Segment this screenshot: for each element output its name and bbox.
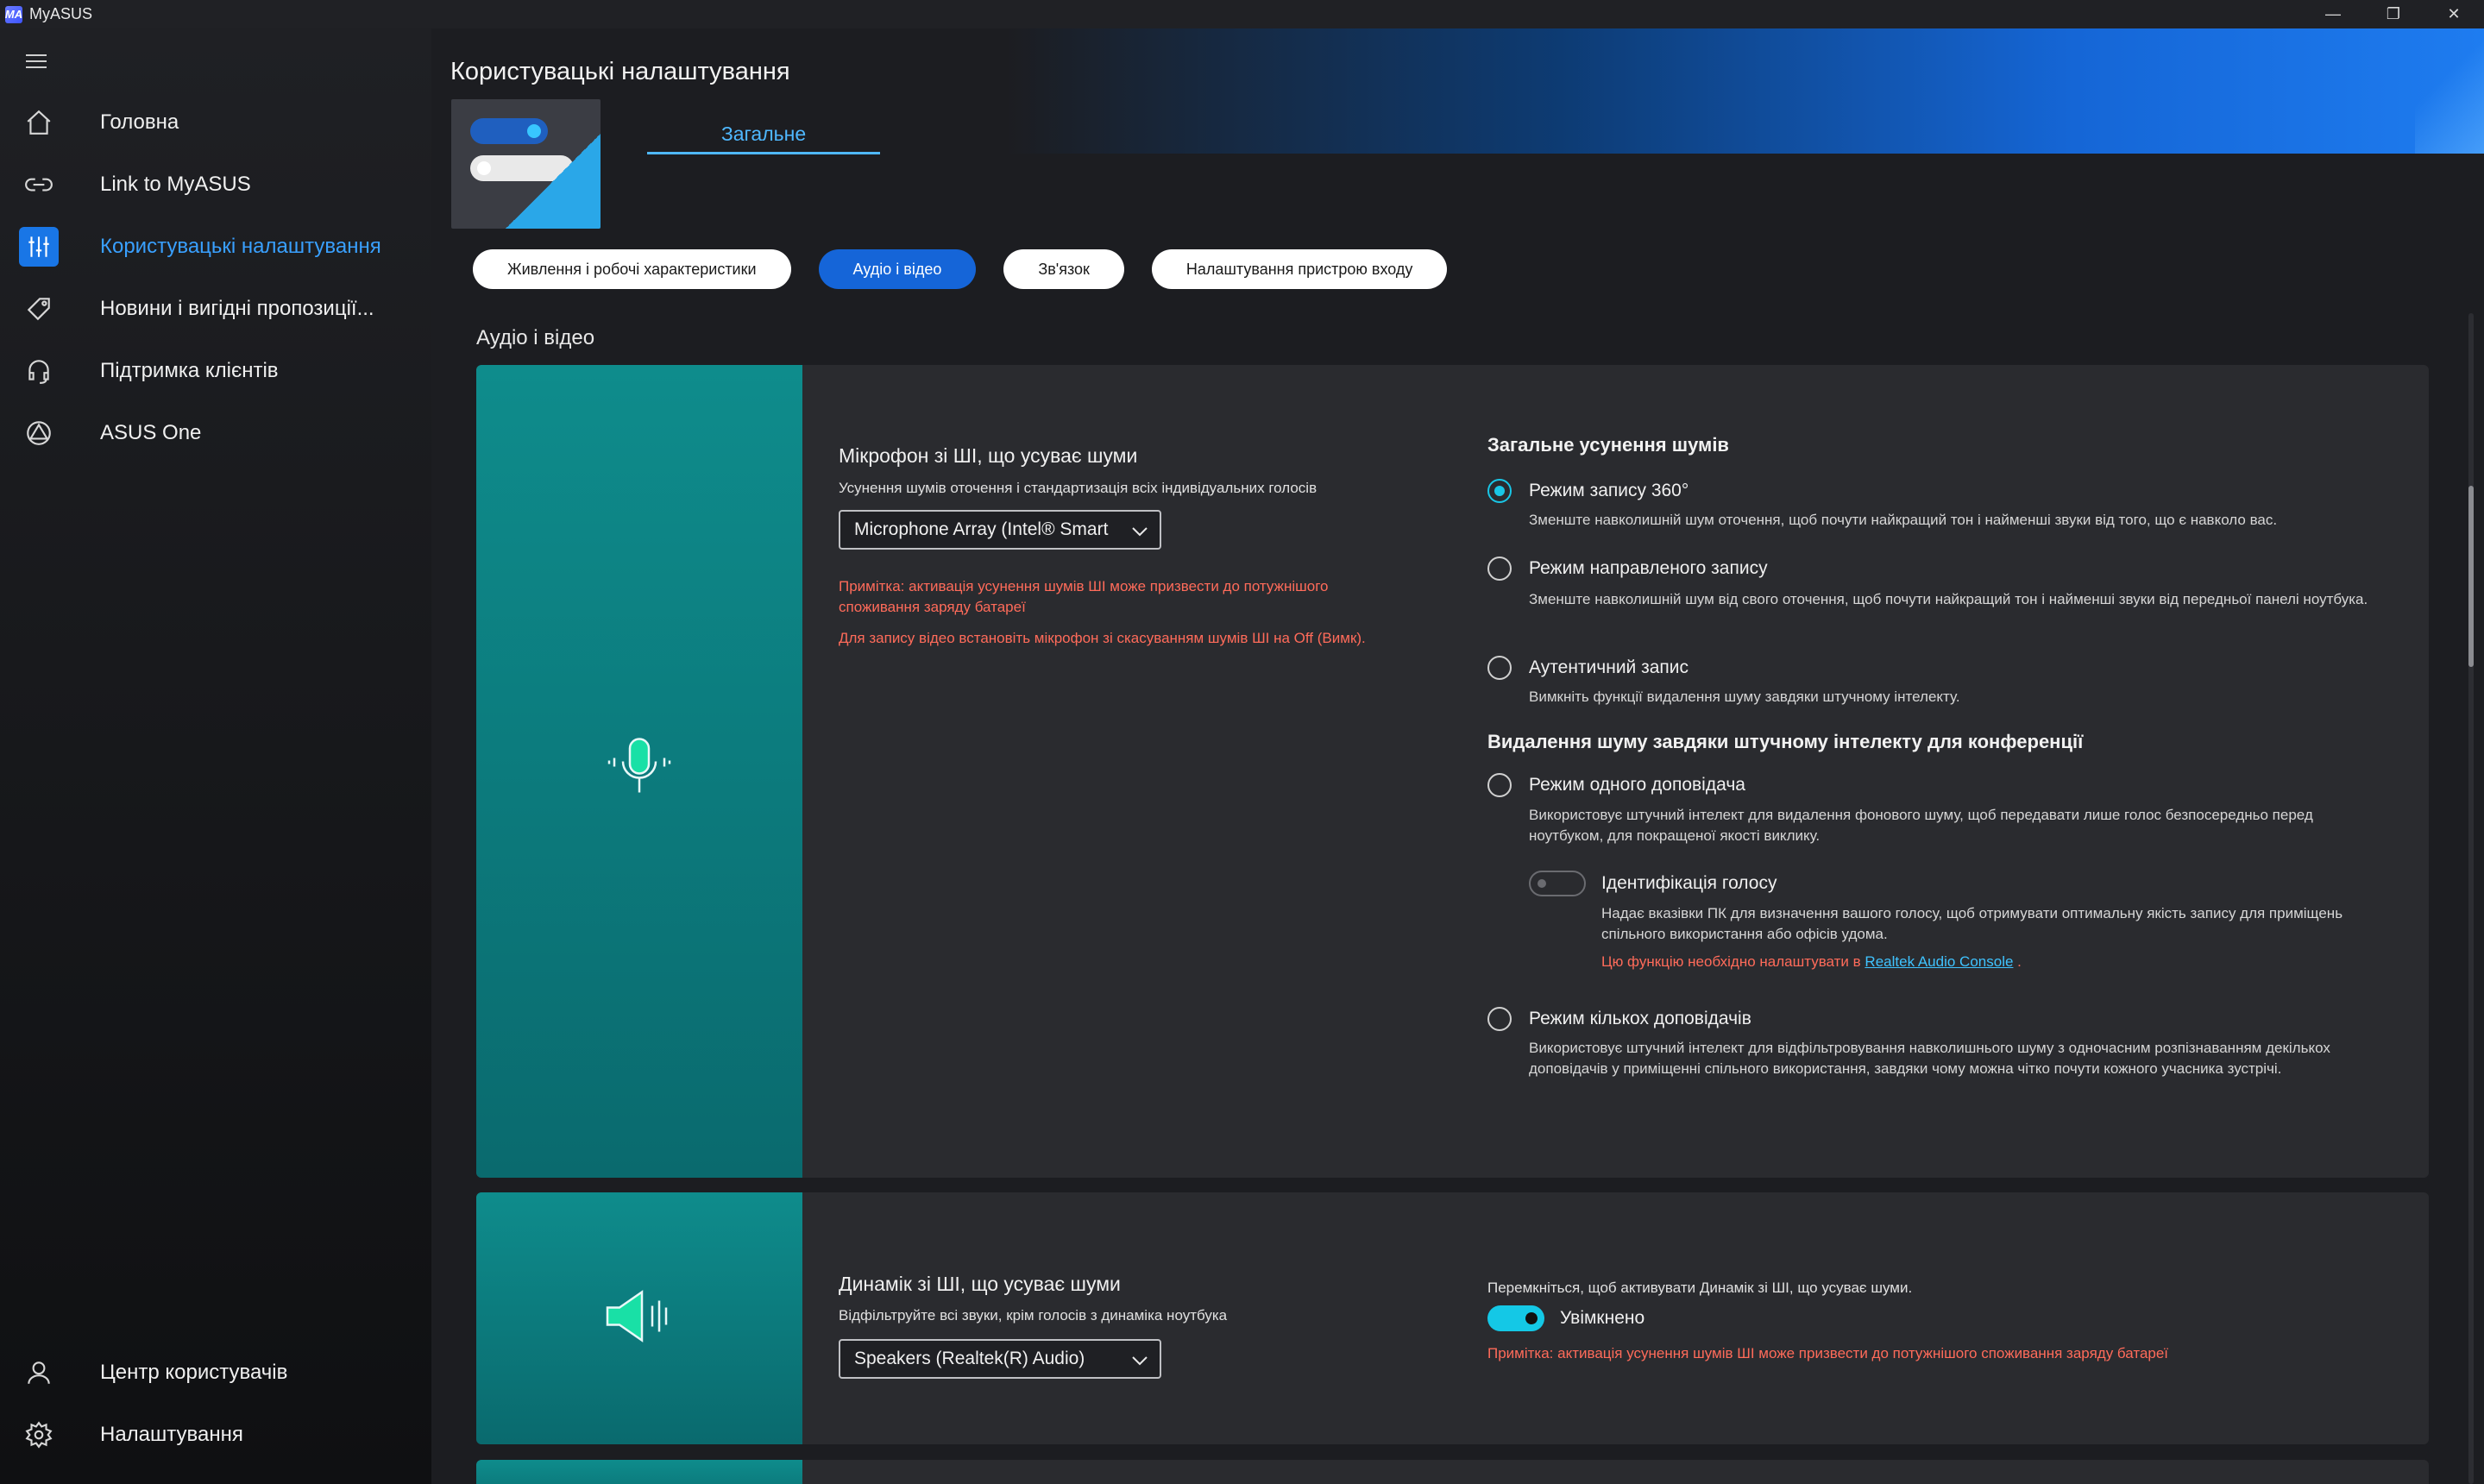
mic-card-subtitle: Усунення шумів оточення і стандартизація…: [839, 480, 1317, 496]
title-bar: MA MyASUS — ❐ ✕: [0, 0, 2484, 28]
main-content: Користувацькі налаштування Загальне Живл…: [431, 28, 2484, 1484]
page-title: Користувацькі налаштування: [450, 58, 790, 85]
pill-audio-video[interactable]: Аудіо і відео: [818, 249, 977, 289]
pill-input-devices[interactable]: Налаштування пристрою входу: [1151, 249, 1448, 289]
speaker-icon: [601, 1282, 678, 1355]
voice-id-note: Цю функцію необхідно налаштувати в Realt…: [1601, 953, 2022, 970]
mic-card-title: Мікрофон зі ШІ, що усуває шуми: [839, 444, 1138, 467]
next-feature-card: [476, 1460, 2429, 1484]
option-authentic-desc: Вимкніть функції видалення шуму завдяки …: [1529, 689, 1960, 705]
chevron-down-icon: [1132, 527, 1148, 537]
sliders-icon: [19, 227, 59, 267]
speaker-toggle-hint: Перемкніться, щоб активувати Динамік зі …: [1487, 1280, 1913, 1296]
speaker-card-subtitle: Відфільтруйте всі звуки, крім голосів з …: [839, 1307, 1228, 1324]
radio-multi-speaker[interactable]: [1487, 1007, 1512, 1031]
scrollbar-thumb[interactable]: [2468, 486, 2474, 667]
option-360-desc: Зменште навколишній шум оточення, щоб по…: [1529, 512, 2278, 528]
radio-directional-mode[interactable]: [1487, 556, 1512, 581]
speaker-battery-warning: Примітка: активація усунення шумів ШІ мо…: [1487, 1345, 2169, 1361]
sidebar-item-customization[interactable]: Користувацькі налаштування: [0, 219, 431, 274]
sidebar-item-news[interactable]: Новини і вигідні пропозиції...: [0, 281, 431, 336]
app-logo-icon: MA: [5, 5, 22, 23]
gear-icon: [19, 1415, 59, 1455]
radio-single-speaker[interactable]: [1487, 773, 1512, 797]
realtek-audio-console-link[interactable]: Realtek Audio Console: [1865, 953, 2013, 970]
sidebar-item-asus-one[interactable]: ASUS One: [0, 406, 431, 461]
link-icon: [19, 165, 59, 204]
speaker-card-title: Динамік зі ШІ, що усуває шуми: [839, 1273, 1121, 1295]
sidebar-item-settings[interactable]: Налаштування: [0, 1407, 431, 1462]
tab-general[interactable]: Загальне: [647, 115, 880, 154]
ai-noise-cancel-speaker-card: Динамік зі ШІ, що усуває шуми Відфільтру…: [476, 1192, 2429, 1444]
mic-device-select[interactable]: Microphone Array (Intel® Smart: [839, 510, 1161, 550]
pill-connectivity[interactable]: Зв'язок: [1003, 249, 1124, 289]
option-multi-speaker-label: Режим кількох доповідачів: [1529, 1009, 1751, 1028]
section-title: Аудіо і відео: [476, 326, 595, 349]
user-icon: [19, 1353, 59, 1393]
option-multi-speaker-desc: Використовує штучний інтелект для відфіл…: [1529, 1040, 2330, 1077]
speaker-ai-toggle[interactable]: [1487, 1305, 1544, 1331]
mic-video-warning: Для запису відео встановіть мікрофон зі …: [839, 630, 1366, 646]
sidebar-item-support[interactable]: Підтримка клієнтів: [0, 343, 431, 399]
ai-noise-cancel-mic-card: Мікрофон зі ШІ, що усуває шуми Усунення …: [476, 365, 2429, 1178]
sidebar-item-link-to-myasus[interactable]: Link to MyASUS: [0, 157, 431, 212]
mic-battery-warning: Примітка: активація усунення шумів ШІ мо…: [839, 578, 1329, 615]
pill-power-performance[interactable]: Живлення і робочі характеристики: [473, 249, 791, 289]
option-360-label: Режим запису 360°: [1529, 481, 1689, 500]
tag-icon: [19, 289, 59, 329]
close-button[interactable]: ✕: [2424, 0, 2484, 28]
option-single-speaker-label: Режим одного доповідача: [1529, 775, 1745, 795]
voice-id-label: Ідентифікація голосу: [1601, 873, 1777, 893]
restore-button[interactable]: ❐: [2363, 0, 2424, 28]
radio-authentic-mode[interactable]: [1487, 656, 1512, 680]
sidebar-item-user-center[interactable]: Центр користувачів: [0, 1345, 431, 1400]
radio-360-mode[interactable]: [1487, 479, 1512, 503]
speaker-toggle-state: Увімкнено: [1560, 1308, 1645, 1328]
card-side-panel: [476, 1460, 802, 1484]
sidebar: Головна Link to MyASUS Користувацькі нал…: [0, 28, 431, 1484]
microphone-icon: [601, 731, 678, 813]
conference-heading: Видалення шуму завдяки штучному інтелект…: [1487, 731, 2084, 752]
menu-icon[interactable]: [26, 54, 52, 72]
minimize-button[interactable]: —: [2303, 0, 2363, 28]
window-title: MyASUS: [29, 5, 93, 22]
option-directional-desc: Зменште навколишній шум від свого оточен…: [1529, 591, 2368, 607]
voice-id-desc: Надає вказівки ПК для визначення вашого …: [1601, 905, 2343, 942]
general-noise-heading: Загальне усунення шумів: [1487, 434, 1729, 456]
chevron-down-icon: [1132, 1356, 1148, 1366]
home-icon: [19, 103, 59, 142]
speaker-device-select[interactable]: Speakers (Realtek(R) Audio): [839, 1339, 1161, 1379]
sidebar-item-home[interactable]: Головна: [0, 95, 431, 150]
customization-illustration: [451, 99, 601, 229]
card-side-panel: [476, 1192, 802, 1444]
voice-id-toggle[interactable]: [1529, 871, 1586, 896]
option-authentic-label: Аутентичний запис: [1529, 657, 1689, 677]
headset-icon: [19, 351, 59, 391]
option-single-speaker-desc: Використовує штучний інтелект для видале…: [1529, 807, 2313, 844]
category-pills: Живлення і робочі характеристики Аудіо і…: [473, 249, 1448, 289]
card-side-panel: [476, 365, 802, 1178]
asus-one-icon: [19, 413, 59, 453]
option-directional-label: Режим направленого запису: [1529, 558, 1768, 578]
